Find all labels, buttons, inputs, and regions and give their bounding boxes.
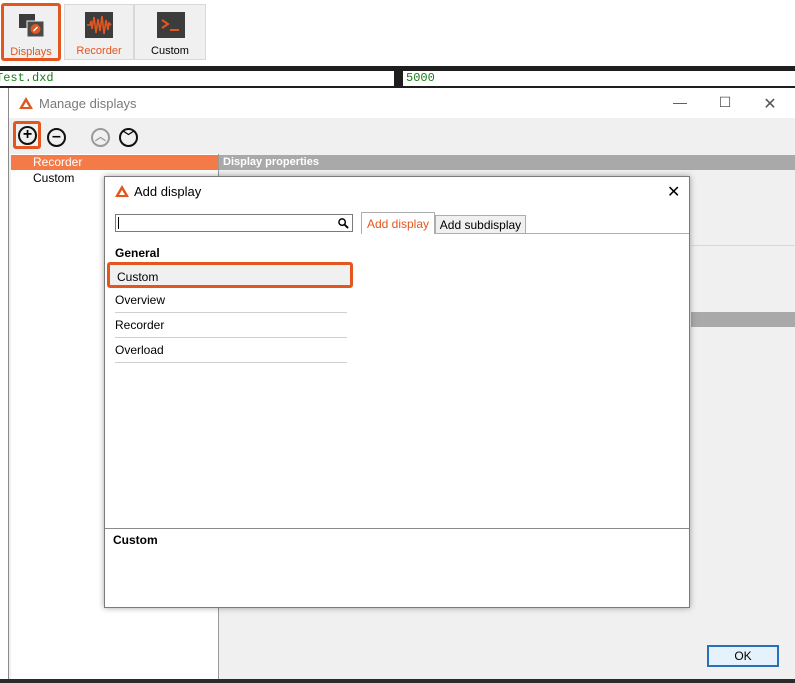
tree-item-custom-label: Custom — [33, 171, 75, 185]
search-icon — [338, 218, 349, 229]
tree-item-recorder[interactable]: Recorder — [11, 155, 218, 170]
group-header-general: General — [115, 246, 160, 260]
terminal-icon — [157, 12, 185, 38]
move-up-button[interactable]: ︿ — [91, 128, 110, 147]
search-input[interactable] — [115, 214, 353, 232]
displays-toolbar-label: Displays — [10, 46, 52, 58]
custom-toolbar-label: Custom — [151, 45, 189, 57]
move-down-button[interactable]: ﹀ — [119, 128, 138, 147]
plus-circle-icon: + — [18, 126, 37, 145]
add-dialog-title: Add display — [134, 184, 202, 199]
ok-button-label: OK — [734, 649, 752, 663]
app-logo-icon — [19, 97, 33, 109]
text-caret — [118, 217, 119, 229]
display-properties-header: Display properties — [219, 155, 795, 170]
bottom-strip — [0, 679, 795, 683]
tab-underline — [435, 233, 689, 234]
list-item-overview-label: Overview — [115, 293, 166, 307]
list-item-overview[interactable]: Overview — [115, 288, 347, 313]
list-item-custom[interactable]: Custom — [107, 262, 353, 288]
tab-add-subdisplay[interactable]: Add subdisplay — [435, 215, 526, 234]
properties-separator — [691, 245, 795, 246]
sample-rate-value: 5000 — [406, 71, 435, 85]
waveform-icon — [85, 12, 113, 38]
list-item-recorder[interactable]: Recorder — [115, 313, 347, 338]
maximize-icon[interactable]: ☐ — [710, 94, 740, 112]
recorder-toolbar-label: Recorder — [76, 45, 122, 57]
displays-icon — [19, 14, 45, 38]
display-properties-label: Display properties — [223, 156, 319, 168]
tab-add-subdisplay-label: Add subdisplay — [439, 218, 522, 232]
list-item-recorder-label: Recorder — [115, 318, 165, 332]
list-item-custom-label: Custom — [117, 270, 159, 284]
add-display-button[interactable]: + — [13, 121, 41, 149]
properties-divider — [691, 312, 795, 327]
description-divider — [105, 528, 689, 529]
recorder-toolbar-button[interactable]: Recorder — [64, 4, 134, 60]
displays-toolbar-button[interactable]: Displays — [1, 3, 61, 61]
tab-add-display[interactable]: Add display — [361, 212, 435, 234]
manage-window-title: Manage displays — [39, 96, 137, 111]
list-item-overload-label: Overload — [115, 343, 164, 357]
file-name-field[interactable]: Test.dxd — [0, 71, 394, 86]
add-display-dialog: Add display ✕ Add display Add subdisplay… — [104, 176, 690, 608]
remove-display-button[interactable]: – — [47, 128, 66, 147]
ok-button[interactable]: OK — [707, 645, 779, 667]
tree-item-recorder-label: Recorder — [33, 155, 83, 169]
file-name-value: Test.dxd — [0, 71, 54, 85]
description-title: Custom — [113, 533, 158, 547]
dialog-close-icon[interactable]: ✕ — [667, 182, 680, 202]
custom-toolbar-button[interactable]: Custom — [134, 4, 206, 60]
manage-title-bar: Manage displays — ☐ ✕ — [9, 88, 795, 118]
list-item-overload[interactable]: Overload — [115, 338, 347, 363]
sample-rate-field[interactable]: 5000 — [403, 71, 795, 86]
close-icon[interactable]: ✕ — [755, 94, 785, 113]
minimize-icon[interactable]: — — [665, 94, 695, 112]
tab-add-display-label: Add display — [366, 217, 430, 231]
dialog-logo-icon — [115, 185, 129, 197]
